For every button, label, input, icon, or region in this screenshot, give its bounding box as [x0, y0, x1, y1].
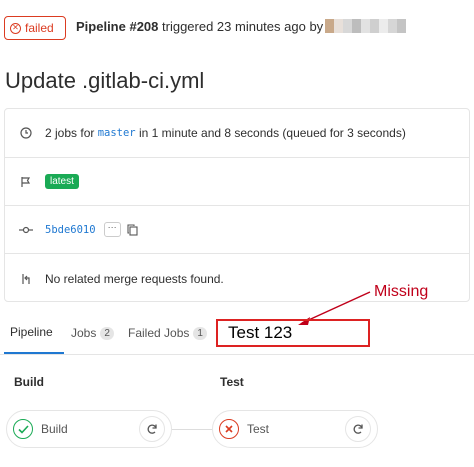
tab-failed-jobs[interactable]: Failed Jobs 1	[128, 312, 207, 354]
retry-icon[interactable]	[139, 416, 165, 442]
pipeline-info-box: 2 jobs for master in 1 minute and 8 seco…	[4, 108, 470, 302]
latest-badge: latest	[45, 174, 79, 189]
merge-requests-text: No related merge requests found.	[45, 271, 224, 286]
commit-row: 5bde6010 ···	[5, 206, 469, 254]
flag-icon	[19, 176, 33, 188]
retry-icon[interactable]	[345, 416, 371, 442]
page-title: Update .gitlab-ci.yml	[5, 68, 205, 93]
test-tab-label: Test 123	[228, 323, 293, 342]
clock-icon	[19, 127, 33, 139]
merge-request-icon	[19, 273, 33, 285]
tags-row: latest	[5, 158, 469, 206]
tab-jobs[interactable]: Jobs 2	[71, 312, 114, 354]
jobs-count-badge: 2	[100, 326, 114, 340]
commit-icon	[19, 224, 33, 236]
branch-link[interactable]: master	[98, 127, 136, 139]
status-badge[interactable]: ✕ failed	[4, 16, 66, 40]
failed-status-icon: ✕	[10, 22, 21, 34]
tab-label: Jobs	[71, 326, 97, 340]
failed-status-icon	[219, 419, 239, 439]
triggered-text: triggered 23 minutes ago by	[162, 19, 324, 34]
jobs-prefix: 2 jobs for	[45, 126, 95, 140]
job-name: Test	[247, 422, 270, 436]
job-build[interactable]: Build	[6, 410, 172, 448]
tab-pipeline[interactable]: Pipeline	[4, 312, 64, 354]
expand-commit-button[interactable]: ···	[103, 222, 121, 237]
failed-jobs-count-badge: 1	[193, 326, 207, 340]
pipeline-id: Pipeline #208	[76, 19, 159, 34]
missing-test-tab-annotation: Test 123	[216, 319, 370, 347]
jobs-summary-row: 2 jobs for master in 1 minute and 8 seco…	[5, 109, 469, 158]
jobs-duration: in 1 minute and 8 seconds (queued for 3 …	[138, 126, 406, 140]
success-status-icon	[13, 419, 33, 439]
stage-title-test: Test	[220, 375, 244, 389]
status-label: failed	[25, 21, 54, 35]
pipeline-header: Pipeline #208 triggered 23 minutes ago b…	[76, 19, 323, 34]
missing-annotation: Missing	[374, 283, 429, 300]
job-test[interactable]: Test	[212, 410, 378, 448]
copy-icon[interactable]	[127, 223, 138, 236]
avatar[interactable]	[325, 19, 406, 33]
stage-connector	[172, 429, 214, 430]
tab-label: Pipeline	[10, 325, 53, 339]
job-name: Build	[41, 422, 68, 436]
stage-title-build: Build	[14, 375, 44, 389]
tab-label: Failed Jobs	[128, 326, 190, 340]
commit-sha-link[interactable]: 5bde6010	[45, 224, 96, 236]
